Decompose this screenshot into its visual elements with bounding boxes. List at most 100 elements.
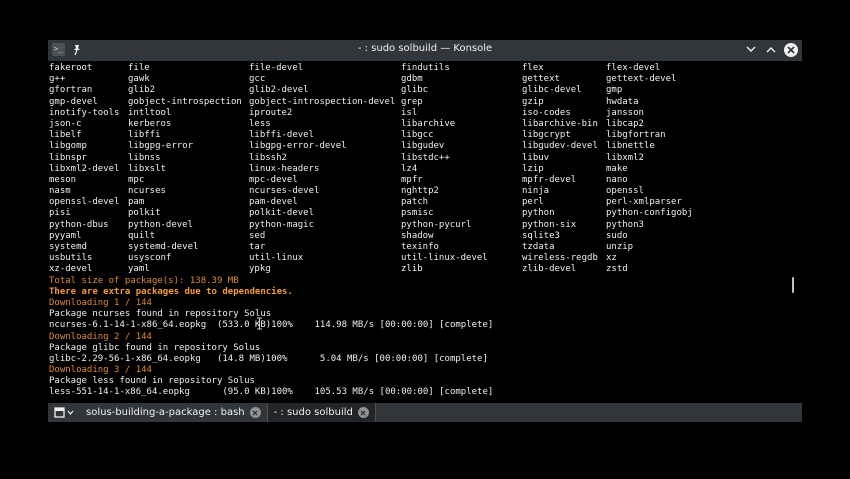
package-name: glibc (401, 85, 429, 96)
window-title: - : sudo solbuild — Konsole (357, 43, 493, 54)
tab-close-button[interactable] (357, 407, 369, 418)
package-name: mpc-devel (249, 174, 298, 185)
package-name: kerberos (128, 118, 172, 129)
package-name: perl (522, 197, 544, 208)
package-name: libnspr (49, 152, 87, 163)
close-icon (252, 410, 258, 415)
package-name: zlib-devel (522, 264, 577, 275)
package-name: tar (249, 242, 266, 252)
package-name: systemd (49, 242, 87, 252)
package-name: iso-codes (522, 107, 571, 118)
package-name: nghttp2 (401, 186, 439, 197)
package-name: util-linux (249, 253, 304, 264)
tab-solbuild[interactable]: - : sudo solbuild (266, 403, 376, 422)
package-row: nasm ncurses ncurses-devel nghttp2 ninja open… (49, 186, 644, 197)
package-name: libgcrypt (522, 130, 571, 141)
new-tab-button[interactable] (48, 403, 80, 422)
package-name: libgfortran (606, 130, 666, 141)
titlebar[interactable]: >_ - : sudo solbuild — Konsole (48, 40, 802, 61)
package-name: libffi (128, 130, 161, 141)
package-row: pyyaml quilt sed shadow sqlite3 sudo (49, 230, 628, 242)
package-name: iproute2 (249, 107, 293, 118)
tab-close-button[interactable] (249, 407, 261, 418)
minimize-button[interactable] (744, 42, 758, 57)
chevron-down-icon (67, 410, 74, 415)
package-name: make (606, 163, 628, 174)
package-row: python-dbus python-devel python-magic pytho… (49, 219, 644, 231)
package-name: psmisc (401, 208, 434, 219)
tab-bar: solus-building-a-package : bash - : sudo… (48, 403, 802, 422)
progress-line: ncurses-6.1-14-1-x86_64.eopkg (533.0 KB)… (49, 320, 494, 331)
package-name: libstdc++ (401, 152, 450, 163)
chevron-down-icon (746, 46, 756, 52)
package-name: libgcc (401, 130, 434, 141)
downloading-line: Downloading 2 / 144 (49, 331, 152, 342)
package-name: gawk (128, 74, 150, 85)
package-name: pyyaml (49, 230, 82, 241)
package-name: glib2-devel (249, 85, 309, 96)
package-name: systemd-devel (128, 242, 199, 252)
terminal-output: fakeroot file file-devel findutils flex flex-… (49, 63, 693, 399)
package-name: libarchive (401, 118, 456, 129)
package-name: libgpg-error (128, 141, 194, 152)
package-name: xz-devel (49, 264, 93, 275)
downloading-line: Downloading 3 / 144 (49, 365, 152, 376)
package-name: mpc (128, 174, 145, 185)
found-line: Package ncurses found in repository Solu… (49, 309, 272, 320)
package-name: jansson (606, 107, 644, 118)
package-name: less (249, 118, 271, 129)
package-name: ninja (522, 186, 550, 197)
package-name: libgpg-error-devel (249, 141, 347, 152)
tab-bash[interactable]: solus-building-a-package : bash (80, 403, 267, 422)
new-tab-icon (54, 407, 65, 418)
package-name: libarchive-bin (522, 118, 598, 129)
close-button[interactable] (784, 42, 798, 57)
package-name: quilt (128, 230, 156, 241)
package-name: nasm (49, 186, 71, 197)
package-row: xz-devel yaml ypkg zlib zlib-devel zstd (49, 264, 628, 275)
package-name: python (522, 208, 555, 219)
close-icon (787, 45, 795, 54)
package-name: zlib (401, 264, 423, 275)
package-row: gmp-devel gobject-introspection gobject-in… (49, 97, 639, 108)
package-name: fakeroot (49, 63, 93, 73)
package-name: libffi-devel (249, 130, 315, 141)
package-name: python-dbus (49, 219, 109, 230)
package-name: lz4 (401, 163, 418, 174)
package-name: findutils (401, 63, 450, 73)
package-name: libxml2-devel (49, 163, 120, 174)
extra-packages-line: There are extra packages due to dependen… (49, 286, 293, 297)
package-name: python-magic (249, 219, 315, 230)
tab-label: - : sudo solbuild (273, 407, 353, 418)
chevron-up-icon (766, 47, 776, 53)
package-name: hwdata (606, 96, 639, 107)
package-name: libxml2 (606, 152, 644, 163)
package-row: pisi polkit polkit-devel psmisc python python… (49, 208, 693, 219)
progress-line: glibc-2.29-56-1-x86_64.eopkg (14.8 MB)10… (49, 353, 488, 364)
scrollbar-handle[interactable] (792, 277, 794, 293)
terminal-view[interactable]: fakeroot file file-devel findutils flex flex-… (48, 61, 802, 403)
package-name: libelf (49, 130, 82, 141)
tab-label: solus-building-a-package : bash (86, 407, 245, 418)
package-name: libxslt (128, 163, 166, 174)
package-name: xz (606, 253, 617, 264)
package-name: mpfr-devel (522, 174, 577, 185)
konsole-window: >_ - : sudo solbuild — Konsole fakeroot … (48, 40, 802, 422)
package-name: gcc (249, 74, 266, 85)
package-row: gfortran glib2 glib2-devel glibc glibc-devel… (49, 85, 622, 96)
maximize-button[interactable] (764, 42, 778, 57)
package-name: pam-devel (249, 197, 298, 208)
package-row: libxml2-devel libxslt linux-headers lz4 lzip… (49, 163, 628, 175)
package-name: usbutils (49, 253, 93, 264)
package-name: gfortran (49, 85, 93, 96)
package-name: python-six (522, 219, 577, 230)
package-name: openssl (606, 186, 644, 197)
package-name: libgudev (401, 141, 445, 152)
package-name: ncurses (128, 186, 166, 197)
package-name: ypkg (249, 264, 271, 275)
package-name: sqlite3 (522, 230, 560, 241)
found-line: Package glibc found in repository Solus (49, 342, 261, 353)
package-row: systemd systemd-devel tar texinfo tzdata unzi… (49, 242, 633, 253)
package-name: shadow (401, 230, 434, 241)
package-name: glib2 (128, 85, 156, 96)
